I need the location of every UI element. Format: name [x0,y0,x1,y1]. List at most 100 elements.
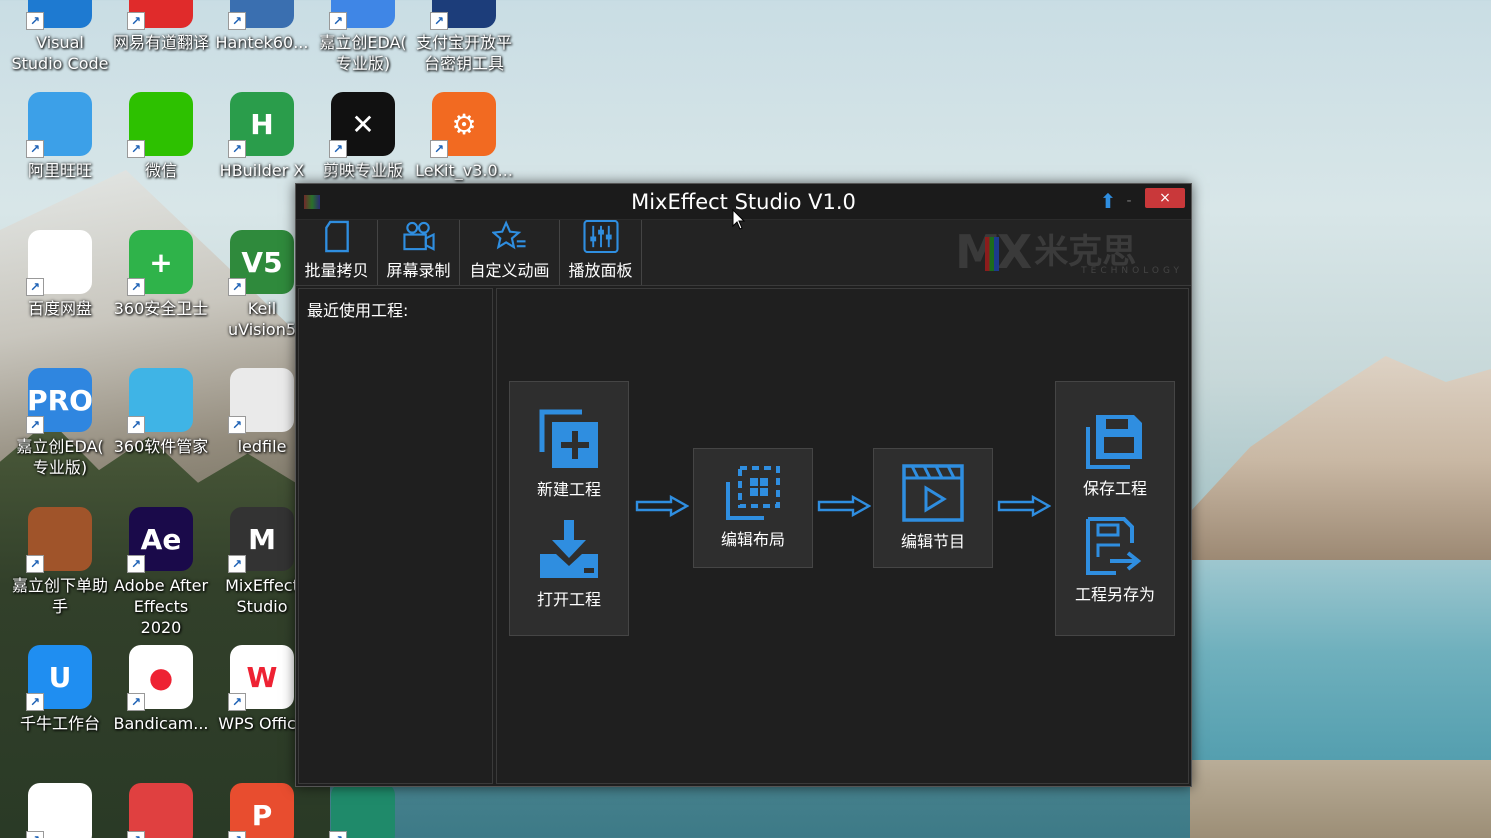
wps-icon: W ↗ [228,645,294,711]
desktop-shortcut-label: HBuilder X [219,161,305,180]
desktop-shortcut[interactable]: ↗ 嘉立创EDA( 专业版) [313,0,413,74]
desktop-shortcut[interactable]: ↗ 百度网盘 [10,230,110,319]
new-project-label: 新建工程 [536,479,601,499]
baidu-netdisk-icon: ↗ [26,230,92,296]
desktop-shortcut-label: Visual Studio Code [11,33,109,73]
desktop-shortcut-label: 嘉立创下单助 手 [11,576,108,616]
desktop-shortcut-label: 网易有道翻译 [112,33,209,52]
shortcut-arrow-icon: ↗ [228,693,246,711]
desktop-shortcut-label: Adobe After Effects 2020 [113,576,209,637]
edit-layout-card[interactable]: 编辑布局 [693,448,813,568]
close-button[interactable]: × [1145,188,1185,208]
desktop-shortcut[interactable]: ↗ [313,783,413,838]
app-logo-icon [304,195,320,209]
desktop-shortcut[interactable]: ↗ 嘉立创下单助 手 [10,507,110,617]
toolbar-custom-animation-button[interactable]: 自定义动画 [460,220,560,285]
desktop-shortcut[interactable]: ↗ Hantek60... [212,0,312,53]
open-project-button[interactable]: 打开工程 [537,518,601,610]
sd-card-icon [324,220,349,253]
wallpaper-lake [1190,560,1491,790]
toolbar-label: 播放面板 [568,261,633,280]
shortcut-arrow-icon: ↗ [329,12,347,30]
edit-layout-label: 编辑布局 [720,530,785,549]
desktop-shortcut[interactable]: ↗ 阿里旺旺 [10,92,110,181]
shortcut-arrow-icon: ↗ [127,416,145,434]
hantek-icon: ↗ [228,0,294,30]
desktop-shortcut[interactable]: ↗ 支付宝开放平 台密钥工具 [414,0,514,74]
desktop-shortcut-label: LeKit_v3.0... [415,161,513,180]
desktop-shortcut[interactable]: ↗ [10,783,110,838]
desktop-shortcut[interactable]: ✕ ↗ 剪映专业版 [313,92,413,181]
toolbar-playback-panel-button[interactable]: 播放面板 [560,220,642,285]
shortcut-arrow-icon: ↗ [228,12,246,30]
shortcut-arrow-icon: ↗ [430,140,448,158]
save-project-button[interactable]: 保存工程 [1083,413,1147,499]
desktop-shortcut-label: 阿里旺旺 [27,161,92,180]
arrow-icon [635,495,689,517]
toolbar-screen-record-button[interactable]: 屏幕录制 [378,220,460,285]
desktop-shortcut[interactable]: Ae ↗ Adobe After Effects 2020 [111,507,211,638]
shortcut-arrow-icon: ↗ [127,278,145,296]
save-card: 保存工程 工程另存为 [1055,381,1175,636]
after-effects-icon: Ae ↗ [127,507,193,573]
shortcut-arrow-icon: ↗ [430,12,448,30]
jlc-order-icon: ↗ [26,507,92,573]
edit-program-button[interactable]: 编辑节目 [901,464,965,552]
pin-icon[interactable]: ⬆ [1097,190,1119,212]
open-project-label: 打开工程 [536,589,601,609]
360-safe-icon: + ↗ [127,230,193,296]
shortcut-arrow-icon: ↗ [228,416,246,434]
desktop-shortcut[interactable]: PRO ↗ 嘉立创EDA( 专业版) [10,368,110,478]
new-project-icon [539,409,598,468]
shortcut-arrow-icon: ↗ [26,12,44,30]
save-as-icon [1085,516,1142,575]
desktop-shortcut-label: 嘉立创EDA( 专业版) [16,437,104,477]
desktop-shortcut-label: Bandicam... [113,714,209,733]
brand-logo: MX 米克思 TECHNOLOGY [955,225,1185,279]
save-as-button[interactable]: 工程另存为 [1075,516,1155,605]
desktop-shortcut[interactable]: ↗ 网易有道翻译 [111,0,211,53]
desktop-shortcut[interactable]: ↗ [111,783,211,838]
ledfile-icon: ↗ [228,368,294,434]
shortcut-arrow-icon: ↗ [26,140,44,158]
shortcut-arrow-icon: ↗ [228,278,246,296]
desktop-shortcut[interactable]: ↗ Visual Studio Code [10,0,110,74]
edit-program-label: 编辑节目 [900,532,965,551]
desktop-shortcut[interactable]: ↗ 微信 [111,92,211,181]
desktop-shortcut[interactable]: ⚙ ↗ LeKit_v3.0... [414,92,514,181]
desktop-shortcut[interactable]: P↗ [212,783,312,838]
jlc-eda-pro-icon: PRO ↗ [26,368,93,434]
brand-cn: 米克思 [1034,232,1137,272]
qq-icon: ↗ [26,783,92,838]
desktop-shortcut[interactable]: ● ↗ Bandicam... [111,645,211,734]
star-list-icon [491,220,526,250]
lekit-icon: ⚙ ↗ [430,92,496,158]
new-project-button[interactable]: 新建工程 [537,408,601,500]
wallpaper-mountain-right [1190,356,1491,590]
shortcut-arrow-icon: ↗ [127,12,145,30]
mixeffect-icon: M ↗ [228,507,294,573]
project-open-card: 新建工程 打开工程 [509,381,629,636]
toolbar-batch-copy-button[interactable]: 批量拷贝 [296,220,378,285]
app-icon-4: ↗ [329,783,395,838]
desktop-shortcut[interactable]: H ↗ HBuilder X [212,92,312,181]
wechat-icon: ↗ [127,92,193,158]
download-icon [539,519,598,578]
desktop-shortcut[interactable]: + ↗ 360安全卫士 [111,230,211,319]
recent-projects-panel[interactable]: 最近使用工程: [298,288,493,784]
bandicam-icon: ● ↗ [127,645,193,711]
shortcut-arrow-icon: ↗ [329,831,347,838]
minimize-button[interactable]: - [1123,190,1135,212]
360-soft-icon: ↗ [127,368,193,434]
edit-layout-button[interactable]: 编辑布局 [721,466,785,550]
shortcut-arrow-icon: ↗ [127,555,145,573]
app-window: MixEffect Studio V1.0 ⬆ - × 批量拷贝 屏幕录制 自定… [295,183,1192,787]
desktop-shortcut[interactable]: ↗ 360软件管家 [111,368,211,457]
arrow-icon [997,495,1051,517]
jlc-eda-icon: ↗ [329,0,395,30]
shortcut-arrow-icon: ↗ [127,693,145,711]
shortcut-arrow-icon: ↗ [26,416,44,434]
shortcut-arrow-icon: ↗ [26,693,44,711]
edit-program-card[interactable]: 编辑节目 [873,448,993,568]
desktop-shortcut[interactable]: U ↗ 千牛工作台 [10,645,110,734]
